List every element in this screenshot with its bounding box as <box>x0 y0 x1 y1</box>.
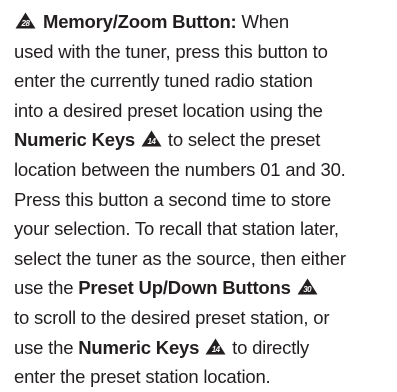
callout-14-triangle-icon: 14 <box>205 338 226 355</box>
line-6: location between the numbers 01 and 30. <box>14 158 346 180</box>
callout-28-triangle-icon: 28 <box>15 12 36 29</box>
section-heading: Memory/Zoom Button: <box>43 11 237 32</box>
line-3: enter the currently tuned radio station <box>14 70 313 92</box>
line-10: use the Preset Up/Down Buttons 30 <box>14 273 394 303</box>
text-run: When <box>236 11 289 32</box>
callout-number: 14 <box>147 137 156 147</box>
line-2: used with the tuner, press this button t… <box>14 40 328 62</box>
line-13: enter the preset station location. <box>14 366 271 388</box>
callout-number: 28 <box>21 19 30 28</box>
text-run: to select the preset <box>162 129 321 151</box>
callout-number: 30 <box>303 285 312 295</box>
line-1: 28 Memory/Zoom Button: When <box>14 7 394 37</box>
line-11: to scroll to the desired preset station,… <box>14 306 330 328</box>
line-8: your selection. To recall that station l… <box>14 218 339 240</box>
numeric-keys-term: Numeric Keys <box>14 129 135 151</box>
line-7: Press this button a second time to store <box>14 188 331 210</box>
callout-14-triangle-icon: 14 <box>141 130 162 147</box>
preset-buttons-term: Preset Up/Down Buttons <box>78 277 291 299</box>
text-run: to directly <box>227 336 310 358</box>
line-5: Numeric Keys 14 to select the preset <box>14 125 394 155</box>
memory-zoom-button-description: 28 Memory/Zoom Button: When used with th… <box>14 7 394 392</box>
text-run: use the <box>14 277 79 299</box>
callout-number: 14 <box>211 344 220 354</box>
text-run: use the <box>14 336 79 358</box>
line-4: into a desired preset location using the <box>14 99 323 121</box>
line-9: select the tuner as the source, then eit… <box>14 247 346 269</box>
callout-30-triangle-icon: 30 <box>297 278 318 295</box>
numeric-keys-term: Numeric Keys <box>78 336 200 358</box>
line-12: use the Numeric Keys 14 to directly <box>14 333 394 363</box>
